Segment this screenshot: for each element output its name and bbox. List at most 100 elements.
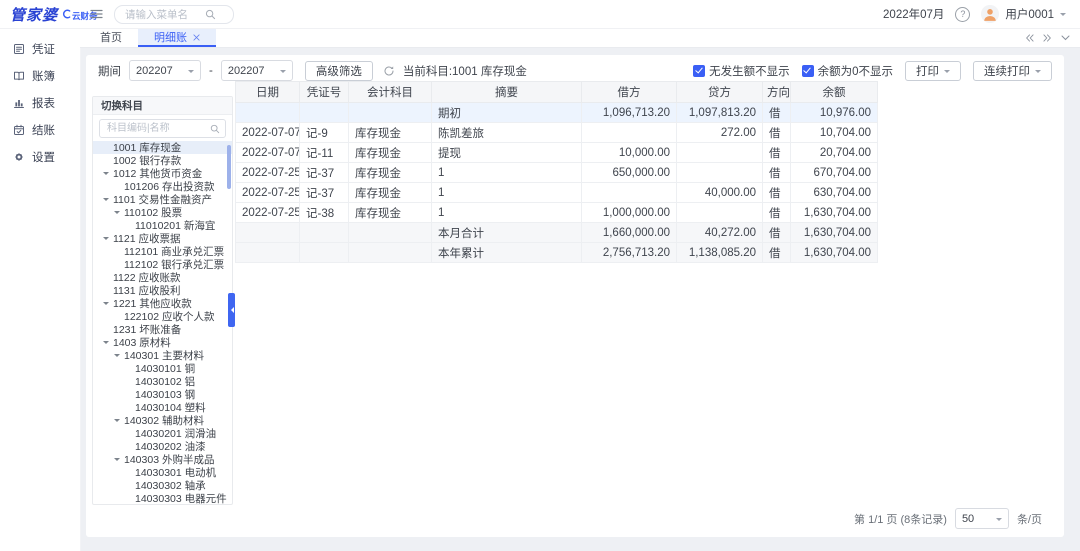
filter-right-group: 无发生额不显示 余额为0不显示 打印 连续打印	[693, 61, 1052, 81]
filter-bar: 期间 202207 - 202207 高级筛选 当前科目:1001 库存现金	[86, 58, 1064, 83]
col-header-date: 日期	[236, 82, 300, 103]
page-size-select[interactable]: 50	[955, 508, 1009, 529]
cell-date: 2022-07-25	[236, 183, 300, 203]
sidebar-item-icon	[13, 97, 25, 109]
period-to-select[interactable]: 202207	[221, 60, 293, 81]
cell-account: 库存现金	[349, 163, 432, 183]
tab-bar: 首页 明细账	[80, 29, 1080, 48]
detail-ledger-panel: 期间 202207 - 202207 高级筛选 当前科目:1001 库存现金	[86, 55, 1064, 537]
cell-account: 库存现金	[349, 203, 432, 223]
sidebar-item[interactable]: 设置	[0, 143, 80, 170]
sidebar-item-label: 凭证	[32, 41, 55, 57]
cell-account	[349, 103, 432, 123]
tab[interactable]: 明细账	[138, 29, 216, 47]
cell-debit: 650,000.00	[582, 163, 677, 183]
cloud-swoosh-icon	[62, 9, 71, 19]
checkbox-label: 无发生额不显示	[709, 63, 790, 79]
cell-direction: 借	[763, 103, 791, 123]
cell-direction: 借	[763, 223, 791, 243]
collapse-tree-handle[interactable]	[228, 293, 235, 327]
tab[interactable]: 首页	[84, 29, 138, 47]
user-menu[interactable]: 用户0001	[981, 5, 1066, 23]
print-button[interactable]: 打印	[905, 61, 961, 81]
cell-balance: 1,630,704.00	[791, 243, 878, 263]
sidebar-item[interactable]: 结账	[0, 116, 80, 143]
cell-voucher-link[interactable]: 记-11	[300, 143, 349, 163]
table-row[interactable]: 2022-07-07 记-9 库存现金 陈凯差旅 272.00 借 10,704…	[236, 123, 878, 143]
cell-date: 2022-07-07	[236, 143, 300, 163]
tree-item-label: 14030303 电器元件	[135, 491, 227, 504]
cell-voucher-link[interactable]	[300, 243, 349, 263]
account-period-display: 2022年07月	[883, 6, 944, 22]
cell-date: 2022-07-25	[236, 163, 300, 183]
advanced-filter-button[interactable]: 高级筛选	[305, 61, 373, 81]
tree-expand-arrow-icon[interactable]	[114, 416, 124, 425]
account-search-input[interactable]	[105, 122, 207, 135]
hide-zero-balance-checkbox[interactable]: 余额为0不显示	[802, 63, 893, 79]
cell-direction: 借	[763, 183, 791, 203]
table-row[interactable]: 2022-07-25 记-37 库存现金 1 650,000.00 借 670,…	[236, 163, 878, 183]
tree-item[interactable]: 14030303 电器元件	[93, 492, 232, 504]
pagination: 第 1/1 页 (8条记录) 50 条/页	[854, 508, 1042, 529]
tree-expand-arrow-icon[interactable]	[114, 455, 124, 464]
menu-search-box[interactable]	[114, 5, 234, 24]
tab-actions-dropdown-icon[interactable]	[1061, 35, 1070, 41]
scroll-tabs-left-icon[interactable]	[1025, 34, 1034, 42]
sidebar-item-label: 设置	[32, 149, 55, 165]
sidebar-item[interactable]: 凭证	[0, 35, 80, 62]
table-row[interactable]: 2022-07-25 记-37 库存现金 1 40,000.00 借 630,7…	[236, 183, 878, 203]
ledger-table: 日期 凭证号 会计科目 摘要 借方 贷方 方向 余额	[235, 81, 878, 263]
cell-voucher-link[interactable]: 记-37	[300, 163, 349, 183]
scroll-tabs-right-icon[interactable]	[1043, 34, 1052, 42]
tab-label: 首页	[100, 29, 122, 45]
page-size-value: 50	[962, 513, 974, 525]
chevron-down-icon	[1035, 70, 1041, 76]
tree-expand-arrow-icon[interactable]	[103, 338, 113, 347]
print-continuous-button[interactable]: 连续打印	[973, 61, 1052, 81]
tree-expand-arrow-icon[interactable]	[103, 195, 113, 204]
sidebar-item-label: 账簿	[32, 68, 55, 84]
cell-balance: 10,704.00	[791, 123, 878, 143]
tab-label: 明细账	[154, 29, 187, 45]
checkbox-label: 余额为0不显示	[818, 63, 893, 79]
tree-expand-arrow-icon[interactable]	[103, 299, 113, 308]
cell-debit: 2,756,713.20	[582, 243, 677, 263]
table-row[interactable]: 2022-07-07 记-11 库存现金 提现 10,000.00 借 20,7…	[236, 143, 878, 163]
sidebar-item[interactable]: 账簿	[0, 62, 80, 89]
top-bar: 管家婆 云财务 2022年07月 ? 用户0001	[0, 0, 1080, 29]
hamburger-menu-icon[interactable]	[90, 8, 103, 20]
table-row[interactable]: 本年累计 2,756,713.20 1,138,085.20 借 1,630,7…	[236, 243, 878, 263]
cell-voucher-link[interactable]: 记-38	[300, 203, 349, 223]
cell-balance: 670,704.00	[791, 163, 878, 183]
period-separator: -	[209, 65, 213, 77]
sidebar-item-icon	[13, 124, 25, 136]
tree-expand-arrow-icon[interactable]	[103, 169, 113, 178]
col-header-debit: 借方	[582, 82, 677, 103]
checkbox-checked-icon	[802, 65, 814, 77]
table-row[interactable]: 本月合计 1,660,000.00 40,272.00 借 1,630,704.…	[236, 223, 878, 243]
cell-direction: 借	[763, 203, 791, 223]
hide-no-activity-checkbox[interactable]: 无发生额不显示	[693, 63, 790, 79]
tab-close-icon[interactable]	[193, 34, 200, 41]
sidebar-item[interactable]: 报表	[0, 89, 80, 116]
table-row[interactable]: 2022-07-25 记-38 库存现金 1 1,000,000.00 借 1,…	[236, 203, 878, 223]
cell-voucher-link[interactable]: 记-37	[300, 183, 349, 203]
cell-debit: 1,096,713.20	[582, 103, 677, 123]
cell-credit: 1,138,085.20	[677, 243, 763, 263]
table-row[interactable]: 期初 1,096,713.20 1,097,813.20 借 10,976.00	[236, 103, 878, 123]
tree-expand-arrow-icon[interactable]	[114, 351, 124, 360]
help-icon[interactable]: ?	[955, 7, 970, 22]
checkbox-checked-icon	[693, 65, 705, 77]
sidebar-item-label: 结账	[32, 122, 55, 138]
account-search-box[interactable]	[99, 119, 226, 138]
tree-scrollbar-thumb[interactable]	[227, 145, 231, 189]
cell-voucher-link[interactable]: 记-9	[300, 123, 349, 143]
menu-search-input[interactable]	[123, 8, 201, 22]
cell-voucher-link[interactable]	[300, 223, 349, 243]
tree-expand-arrow-icon[interactable]	[114, 208, 124, 217]
period-from-select[interactable]: 202207	[129, 60, 201, 81]
cell-voucher-link[interactable]	[300, 103, 349, 123]
tree-expand-arrow-icon[interactable]	[103, 234, 113, 243]
chevron-down-icon	[944, 70, 950, 76]
refresh-icon[interactable]	[383, 65, 395, 77]
